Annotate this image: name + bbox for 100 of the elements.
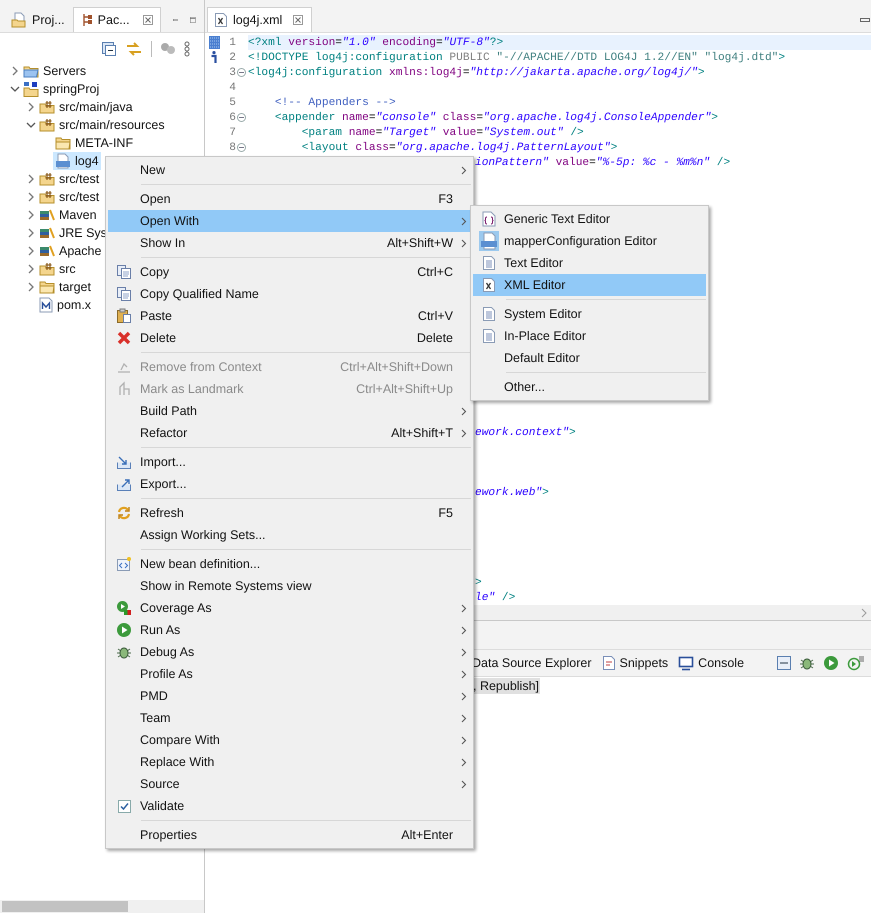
menu-item[interactable]: Copy Ctrl+C <box>108 261 471 283</box>
menu-item[interactable]: PMD <box>108 685 471 707</box>
menu-item[interactable]: Export... <box>108 473 471 495</box>
maven-file-icon <box>39 297 53 313</box>
code-line: <param name="Target" value="System.out" /> <box>300 126 585 140</box>
tree-item[interactable]: src/test <box>37 188 102 206</box>
close-icon[interactable] <box>142 15 153 25</box>
more-options-icon[interactable] <box>184 41 190 57</box>
tree-item[interactable]: log4 <box>53 152 101 170</box>
code-line: <layout class="org.apache.log4j.PatternLayout"> <box>300 140 618 155</box>
menu-item[interactable]: Profile As <box>108 663 471 685</box>
xml-file-icon <box>482 277 496 293</box>
tree-item[interactable]: Servers <box>21 62 88 80</box>
menu-item[interactable]: Show In Alt+Shift+W <box>108 232 471 254</box>
menu-item[interactable]: Run As <box>108 619 471 641</box>
chevron-icon[interactable] <box>861 608 867 618</box>
document-icon <box>482 255 496 271</box>
menu-item[interactable]: Source <box>108 773 471 795</box>
menu-item[interactable]: Show in Remote Systems view <box>108 575 471 597</box>
code-line: ionPattern" value="%-5p: %c - %m%n" /> <box>475 156 730 168</box>
menu-item[interactable]: Properties Alt+Enter <box>108 824 471 846</box>
collapse-icon[interactable] <box>237 143 246 152</box>
tree-item[interactable]: springProj <box>21 80 102 98</box>
tree-item[interactable]: Apache <box>37 242 104 260</box>
hierarchy-icon <box>80 13 93 27</box>
menu-item[interactable]: Replace With <box>108 751 471 773</box>
menu-item[interactable]: Other... <box>473 376 706 398</box>
menu-item[interactable]: mapperConfiguration Editor <box>473 230 706 252</box>
menu-item[interactable]: Build Path <box>108 400 471 422</box>
tree-item[interactable]: target <box>37 278 93 296</box>
menu-item[interactable]: Assign Working Sets... <box>108 524 471 546</box>
refresh-icon <box>116 505 132 521</box>
minimize-icon[interactable] <box>860 18 870 22</box>
package-folder-icon <box>39 118 55 132</box>
menu-item[interactable]: Team <box>108 707 471 729</box>
view-tab[interactable]: Proj... <box>3 7 73 32</box>
copy-icon <box>116 264 132 280</box>
document-icon <box>482 328 496 344</box>
scrollbar[interactable] <box>0 900 204 913</box>
code-line: ework.context"> <box>475 426 576 438</box>
menu-item[interactable]: Default Editor <box>473 347 706 369</box>
menu-item[interactable]: System Editor <box>473 303 706 325</box>
tree-item[interactable]: src/test <box>37 170 102 188</box>
snippets-icon <box>602 655 616 671</box>
menu-item[interactable]: Delete Delete <box>108 327 471 349</box>
folder-icon <box>39 280 55 294</box>
view-tab[interactable]: Pac... <box>72 7 161 32</box>
menu-item[interactable]: Refresh F5 <box>108 502 471 524</box>
link-icon[interactable] <box>125 41 143 57</box>
collapse-icon[interactable] <box>237 113 246 122</box>
menu-item[interactable]: New bean definition... <box>108 553 471 575</box>
view-tab[interactable]: Console <box>678 656 744 670</box>
menu-item[interactable]: Refactor Alt+Shift+T <box>108 422 471 444</box>
import-icon <box>116 454 132 470</box>
filter-icon[interactable] <box>160 41 176 57</box>
menu-item[interactable]: Open F3 <box>108 188 471 210</box>
menu-item[interactable]: Generic Text Editor <box>473 208 706 230</box>
tree-item[interactable]: META-INF <box>53 134 136 152</box>
menu-item[interactable]: In-Place Editor <box>473 325 706 347</box>
menu-item[interactable]: Validate <box>108 795 471 817</box>
close-icon[interactable] <box>293 15 304 25</box>
folder-icon <box>55 136 71 150</box>
config-file-icon <box>478 231 498 251</box>
collapse-icon[interactable] <box>237 68 246 77</box>
bean-icon <box>116 556 132 572</box>
code-line: > <box>475 576 482 588</box>
package-folder-icon <box>39 190 55 204</box>
tree-item[interactable]: Maven <box>37 206 99 224</box>
view-tab[interactable]: Snippets <box>602 655 668 671</box>
document-icon <box>482 306 496 322</box>
menu-item[interactable]: Import... <box>108 451 471 473</box>
library-icon <box>39 226 55 240</box>
checkbox[interactable] <box>118 800 130 812</box>
editor-tab[interactable]: log4j.xml <box>207 7 312 32</box>
menu-item[interactable]: Paste Ctrl+V <box>108 305 471 327</box>
config-file-icon <box>55 153 71 169</box>
tree-item[interactable]: src/main/resources <box>37 116 167 134</box>
library-icon <box>39 244 55 258</box>
library-icon <box>39 208 55 222</box>
run-icon <box>116 622 132 638</box>
menu-item[interactable]: Copy Qualified Name <box>108 283 471 305</box>
menu-item[interactable]: XML Editor <box>473 274 706 296</box>
tree-item[interactable]: pom.x <box>37 296 94 314</box>
run-icon <box>823 655 839 671</box>
collapse-all-icon[interactable] <box>101 41 117 57</box>
braces-icon <box>480 211 496 227</box>
menu-item[interactable]: New <box>108 159 471 181</box>
line-number: 2 <box>228 52 236 64</box>
package-folder-icon <box>39 172 55 186</box>
minimize-icon[interactable] <box>777 656 791 670</box>
delete-icon <box>116 330 132 346</box>
tree-item[interactable]: src/main/java <box>37 98 135 116</box>
menu-item[interactable]: Coverage As <box>108 597 471 619</box>
menu-item[interactable]: Open With <box>108 210 471 232</box>
tree-item[interactable]: src <box>37 260 78 278</box>
menu-item[interactable]: Debug As <box>108 641 471 663</box>
menu-item[interactable]: Compare With <box>108 729 471 751</box>
profile-icon[interactable] <box>847 655 865 671</box>
code-line: <appender name="console" class="org.apache.log4j.ConsoleAppender"> <box>274 110 720 125</box>
menu-item[interactable]: Text Editor <box>473 252 706 274</box>
